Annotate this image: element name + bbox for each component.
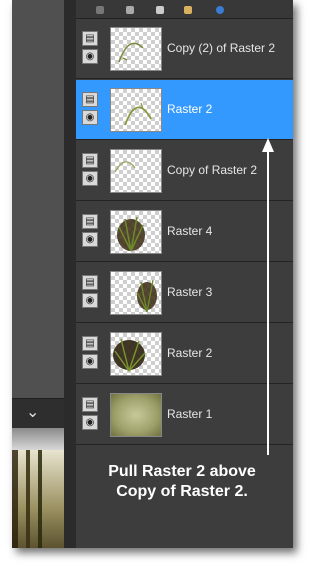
layers-toolbar-icon-5[interactable] xyxy=(216,6,224,14)
screenshot-frame: ⌄ ▤ ◉ Copy (2) of Raster 2 ▤ ◉ Raster 2 … xyxy=(12,0,293,548)
layer-name: Raster 2 xyxy=(167,346,213,360)
layer-name: Raster 2 xyxy=(167,102,213,116)
left-panel: ⌄ xyxy=(12,0,64,548)
eye-icon[interactable]: ◉ xyxy=(82,354,98,369)
layer-group-icon[interactable]: ▤ xyxy=(82,336,98,351)
panel-divider xyxy=(64,0,76,548)
annotation-text: Pull Raster 2 above Copy of Raster 2. xyxy=(82,462,282,502)
eye-icon[interactable]: ◉ xyxy=(82,232,98,247)
layer-row-selected[interactable]: ▤ ◉ Raster 2 xyxy=(76,80,293,140)
layer-row[interactable]: ▤ ◉ Raster 3 xyxy=(76,263,293,323)
layer-group-icon[interactable]: ▤ xyxy=(82,153,98,168)
layer-group-icon[interactable]: ▤ xyxy=(82,275,98,290)
screenshot-canvas: ⌄ ▤ ◉ Copy (2) of Raster 2 ▤ ◉ Raster 2 … xyxy=(0,0,315,566)
layers-toolbar-icon-3[interactable] xyxy=(156,6,164,14)
layer-row[interactable]: ▤ ◉ Copy of Raster 2 xyxy=(76,141,293,201)
layer-thumbnail xyxy=(110,149,162,193)
image-preview xyxy=(12,450,64,548)
layer-group-icon[interactable]: ▤ xyxy=(82,214,98,229)
layer-group-icon[interactable]: ▤ xyxy=(82,31,98,46)
layer-name: Copy (2) of Raster 2 xyxy=(167,41,276,55)
layer-thumbnail xyxy=(110,332,162,376)
chevron-down-icon[interactable]: ⌄ xyxy=(26,403,39,423)
annotation-line-2: Copy of Raster 2. xyxy=(116,483,248,500)
layer-row[interactable]: ▤ ◉ Raster 4 xyxy=(76,202,293,262)
layer-name: Raster 3 xyxy=(167,285,213,299)
annotation-arrow-line xyxy=(267,150,269,455)
eye-icon[interactable]: ◉ xyxy=(82,293,98,308)
layer-thumbnail xyxy=(110,210,162,254)
layer-thumbnail xyxy=(110,88,162,132)
eye-icon[interactable]: ◉ xyxy=(82,171,98,186)
eye-icon[interactable]: ◉ xyxy=(82,110,98,125)
layer-row[interactable]: ▤ ◉ Raster 2 xyxy=(76,324,293,384)
layer-thumbnail xyxy=(110,393,162,437)
layer-thumbnail xyxy=(110,27,162,71)
eye-icon[interactable]: ◉ xyxy=(82,49,98,64)
layers-toolbar-icon-2[interactable] xyxy=(126,6,134,14)
layer-name: Copy of Raster 2 xyxy=(167,163,258,177)
layers-toolbar-icon-1[interactable] xyxy=(96,6,104,14)
layer-thumbnail xyxy=(110,271,162,315)
layer-name: Raster 4 xyxy=(167,224,213,238)
layer-name: Raster 1 xyxy=(167,407,213,421)
annotation-line-1: Pull Raster 2 above xyxy=(108,463,256,480)
layers-toolbar xyxy=(76,0,293,19)
collapse-bar[interactable]: ⌄ xyxy=(12,398,64,429)
layers-toolbar-icon-4[interactable] xyxy=(184,6,192,14)
layer-group-icon[interactable]: ▤ xyxy=(82,92,98,107)
image-preview-header xyxy=(12,428,64,450)
eye-icon[interactable]: ◉ xyxy=(82,415,98,430)
layer-row[interactable]: ▤ ◉ Raster 1 xyxy=(76,385,293,445)
layer-row[interactable]: ▤ ◉ Copy (2) of Raster 2 xyxy=(76,19,293,79)
layer-group-icon[interactable]: ▤ xyxy=(82,397,98,412)
